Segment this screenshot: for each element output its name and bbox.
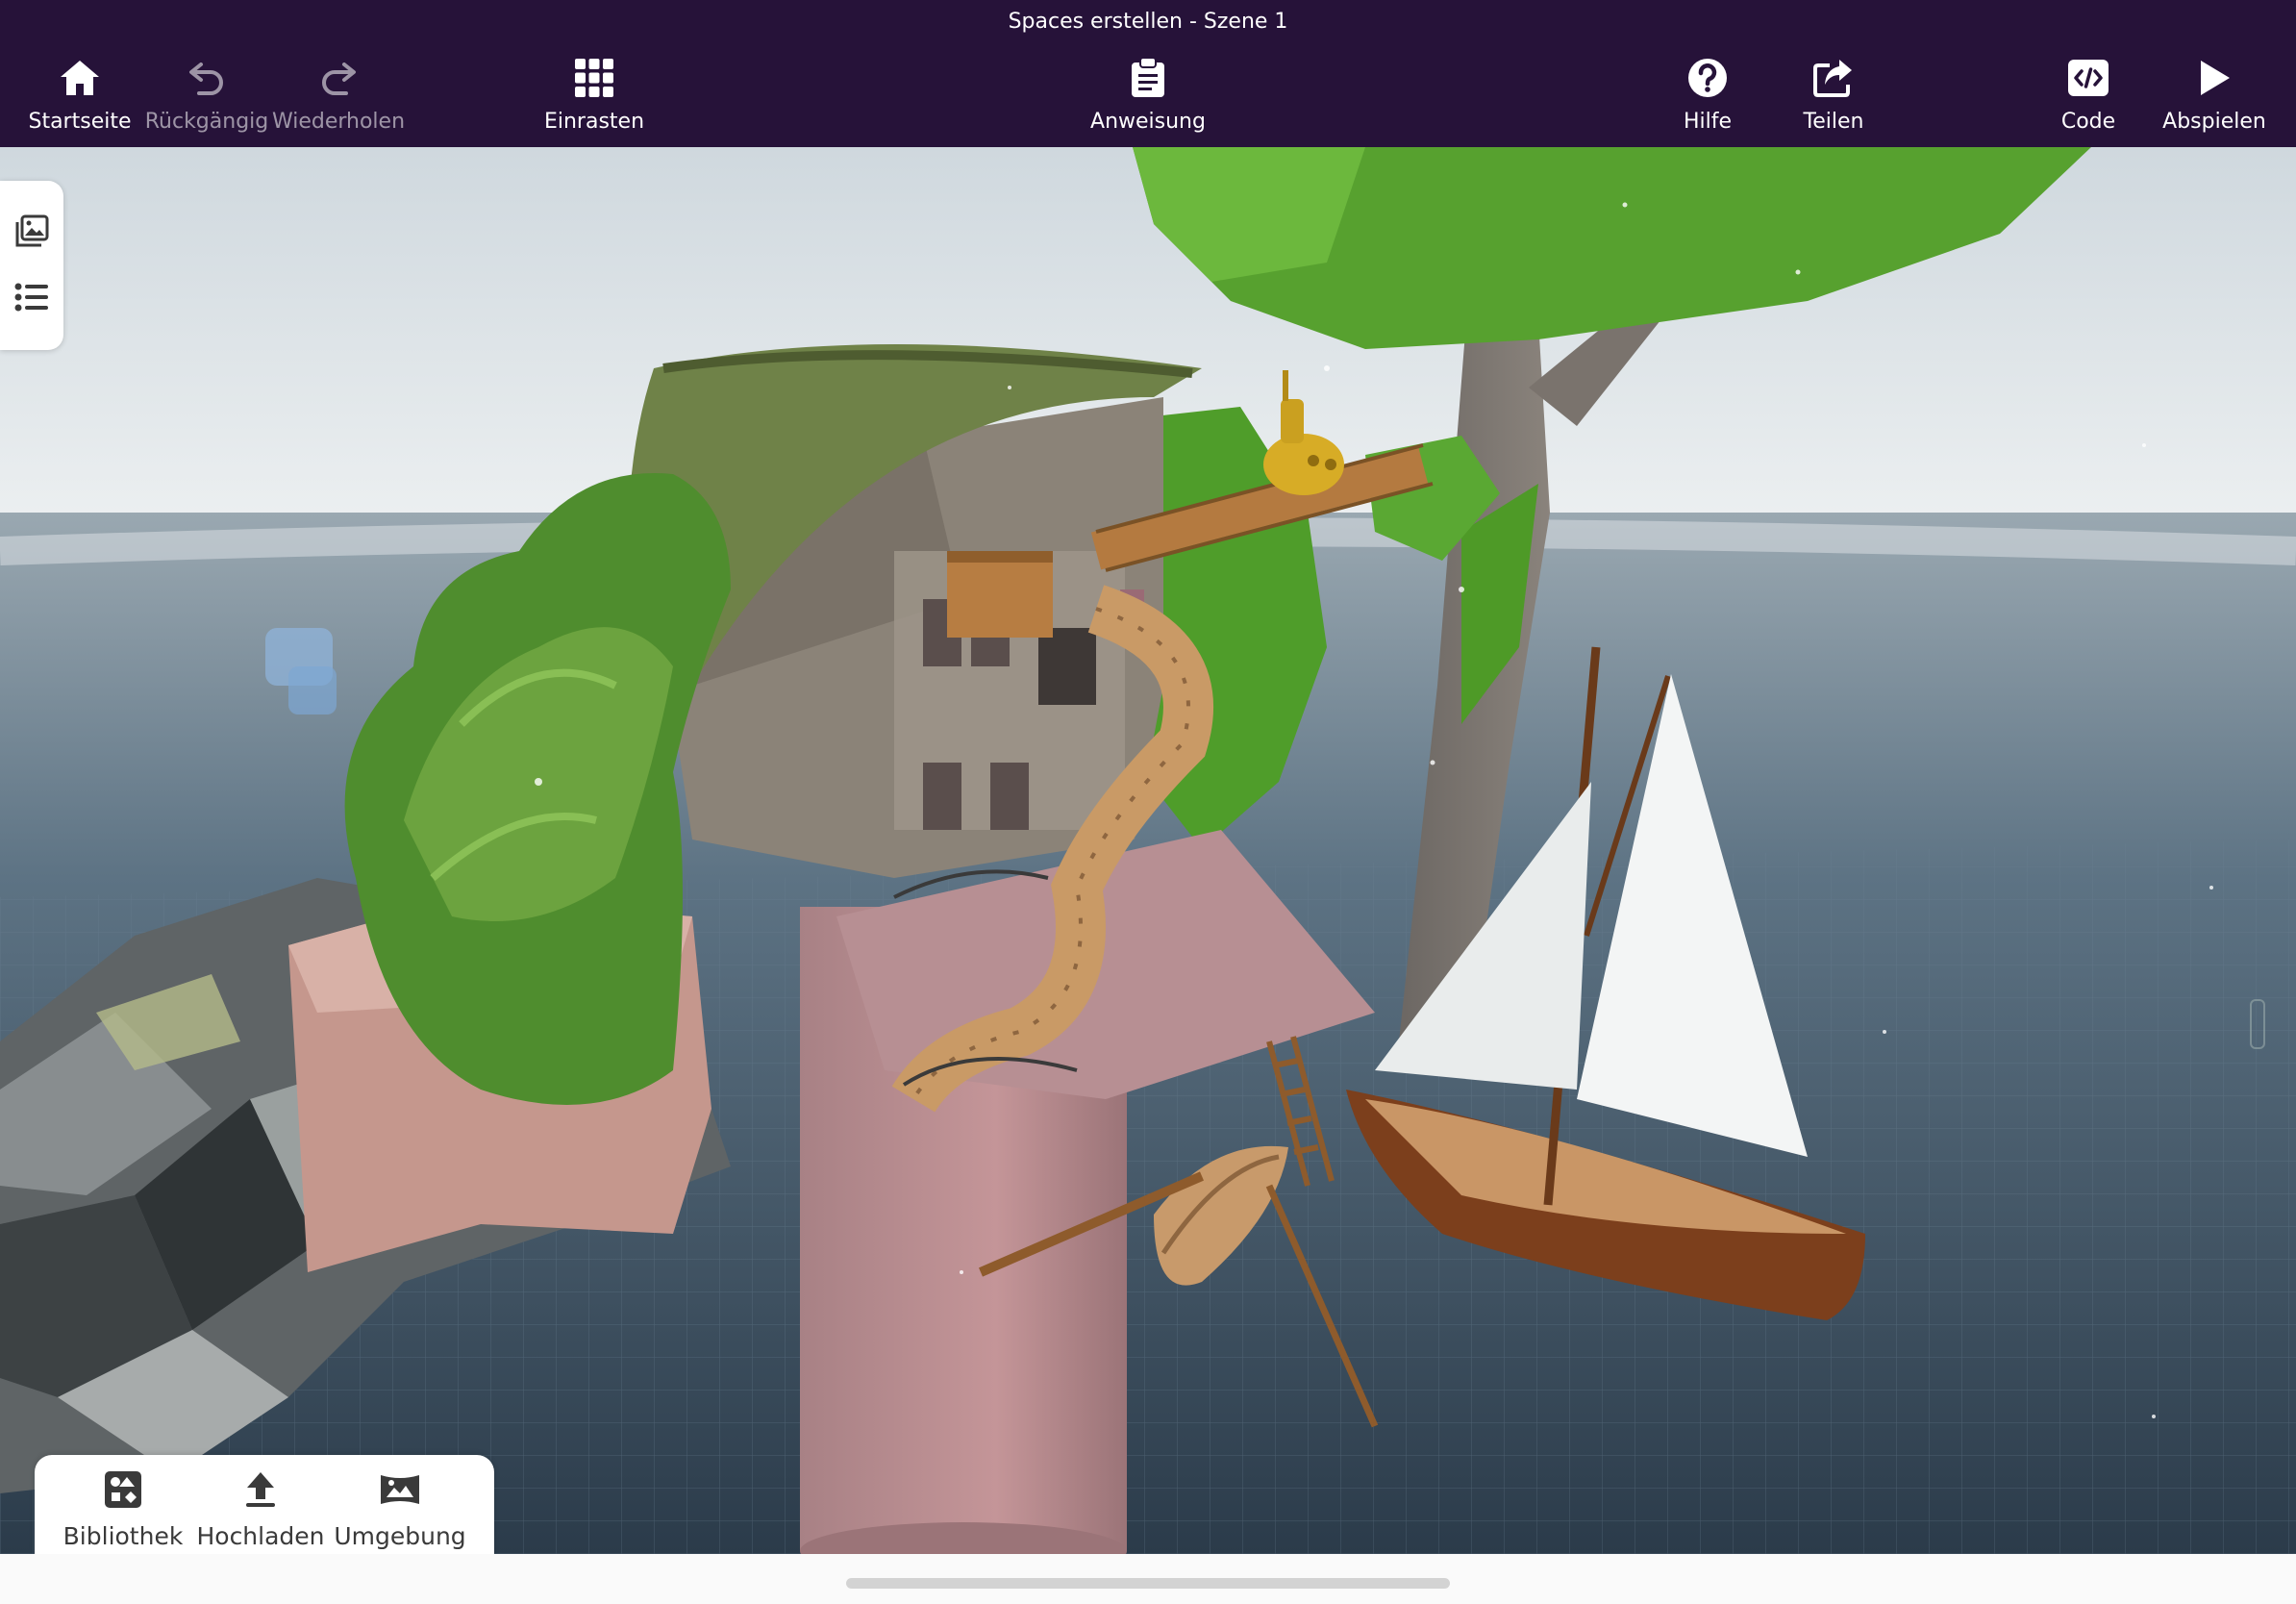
help-icon xyxy=(1685,56,1731,100)
upload-label: Hochladen xyxy=(196,1522,325,1550)
library-button[interactable]: Bibliothek xyxy=(56,1470,190,1550)
gallery-icon[interactable] xyxy=(13,213,50,250)
play-button[interactable]: Abspielen xyxy=(2137,56,2291,134)
home-icon xyxy=(57,56,103,100)
window-title: Spaces erstellen - Szene 1 xyxy=(1008,10,1288,34)
help-label: Hilfe xyxy=(1683,110,1733,134)
right-edge-handle[interactable] xyxy=(2250,999,2265,1049)
redo-button[interactable]: Wiederholen xyxy=(262,56,415,134)
environment-button[interactable]: Umgebung xyxy=(333,1470,467,1550)
environment-label: Umgebung xyxy=(334,1522,466,1550)
upload-icon xyxy=(243,1470,278,1513)
bottom-panel: Bibliothek Hochladen Umgebung xyxy=(35,1455,494,1570)
instruction-label: Anweisung xyxy=(1090,110,1206,134)
instruction-button[interactable]: Anweisung xyxy=(1071,56,1225,134)
snap-label: Einrasten xyxy=(543,110,645,134)
library-label: Bibliothek xyxy=(62,1522,184,1550)
share-button[interactable]: Teilen xyxy=(1757,56,1910,134)
home-indicator[interactable] xyxy=(846,1578,1450,1589)
undo-button[interactable]: Rückgängig xyxy=(130,56,284,134)
redo-icon xyxy=(315,56,362,100)
home-label: Startseite xyxy=(28,110,132,134)
code-icon xyxy=(2065,56,2111,100)
library-icon xyxy=(104,1470,142,1513)
share-label: Teilen xyxy=(1803,110,1864,134)
undo-icon xyxy=(184,56,230,100)
redo-label: Wiederholen xyxy=(271,110,406,134)
share-icon xyxy=(1810,56,1857,100)
grid-icon xyxy=(571,56,617,100)
undo-label: Rückgängig xyxy=(144,110,269,134)
clipboard-icon xyxy=(1125,56,1171,100)
top-toolbar: Spaces erstellen - Szene 1 Startseite Rü… xyxy=(0,0,2296,147)
side-panel-tab xyxy=(0,181,63,350)
list-icon[interactable] xyxy=(13,279,50,315)
snap-button[interactable]: Einrasten xyxy=(517,56,671,134)
code-label: Code xyxy=(2060,110,2116,134)
play-label: Abspielen xyxy=(2162,110,2266,134)
play-icon xyxy=(2191,56,2237,100)
upload-button[interactable]: Hochladen xyxy=(193,1470,328,1550)
environment-icon xyxy=(379,1470,421,1513)
scene-viewport[interactable] xyxy=(0,147,2296,1554)
